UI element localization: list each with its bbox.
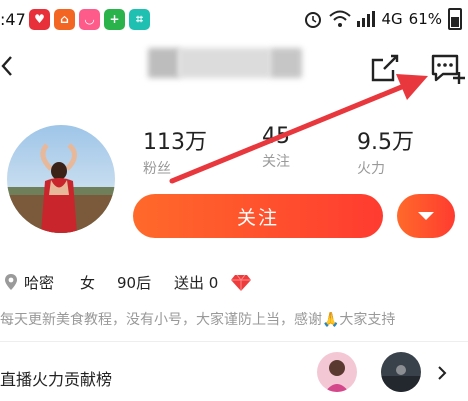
avatar-photo: [7, 125, 115, 233]
follow-button-label: 关注: [236, 206, 279, 229]
stat-following-value: 45: [262, 124, 290, 149]
ranking-title[interactable]: 直播火力贡献榜: [0, 366, 112, 390]
network-type: 4G: [381, 10, 403, 28]
chat-add-icon: [431, 54, 465, 84]
gender-text: 女: [80, 274, 96, 292]
divider: [0, 341, 468, 342]
private-message-button[interactable]: [429, 52, 465, 90]
diamond-icon: [230, 274, 252, 296]
stat-following-label: 关注: [262, 154, 290, 170]
heart-app-icon: ♥: [29, 9, 50, 30]
system-indicators: 4G 61%: [303, 8, 462, 30]
battery-percent: 61%: [408, 10, 442, 28]
avatar[interactable]: [7, 125, 115, 233]
gifts-sent-text[interactable]: 送出 0: [174, 272, 218, 293]
back-button[interactable]: [0, 54, 14, 83]
stat-firepower[interactable]: 9.5万 火力: [357, 124, 414, 178]
username-blurred-part: [148, 48, 180, 78]
battery-icon: [448, 8, 462, 30]
age-group-text: 90后: [117, 274, 152, 292]
stat-firepower-value: 9.5万: [357, 130, 414, 155]
stat-fans[interactable]: 113万 粉丝: [143, 124, 207, 178]
wifi-icon: [329, 10, 352, 27]
caret-down-icon: [418, 212, 434, 220]
ranking-avatar-1[interactable]: [317, 352, 357, 392]
share-button[interactable]: [369, 52, 401, 88]
stat-fans-value: 113万: [143, 130, 207, 155]
alarm-icon: [305, 12, 322, 28]
status-bar: :47 ♥ ⌂ ◡ + ⌗ 4G 61%: [0, 0, 468, 42]
profile-description: 每天更新美食教程，没有小号，大家谨防上当，感谢🙏大家支持: [0, 312, 396, 328]
signal-icon: [357, 11, 376, 27]
username-blurred: [178, 48, 270, 78]
location-pin-icon: [4, 273, 18, 295]
chevron-left-icon: [1, 56, 12, 76]
stat-firepower-label: 火力: [357, 161, 385, 177]
ranking-avatar-2[interactable]: [381, 352, 421, 392]
location-text: 哈密: [24, 274, 55, 292]
stat-following[interactable]: 45 关注: [262, 124, 290, 171]
stat-fans-label: 粉丝: [143, 161, 171, 177]
plus-app-icon: +: [104, 9, 125, 30]
scan-app-icon: ⌗: [129, 9, 150, 30]
status-time: :47: [0, 10, 26, 29]
share-icon: [371, 54, 399, 82]
more-options-button[interactable]: [397, 194, 455, 238]
follow-button[interactable]: 关注: [133, 194, 383, 238]
chevron-right-icon: [438, 366, 447, 380]
home-app-icon: ⌂: [54, 9, 75, 30]
pinduoduo-app-icon: ◡: [79, 9, 100, 30]
ranking-chevron-button[interactable]: [437, 365, 447, 385]
username-blurred-end: [270, 48, 302, 78]
